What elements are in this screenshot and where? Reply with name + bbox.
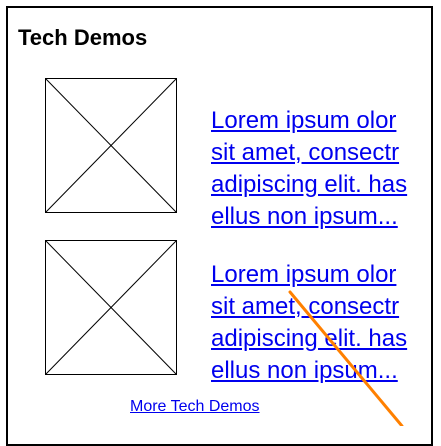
demo-link-2-line-2: sit amet, consectr xyxy=(211,293,400,320)
image-placeholder-icon xyxy=(45,78,177,213)
demo-link-1-line-4: ellus non ipsum... xyxy=(211,203,398,230)
demo-link-1-line-3: adipiscing elit. has xyxy=(211,171,408,198)
demo-link-1-line-1: Lorem ipsum olor xyxy=(211,107,397,134)
demo-link-2-line-3: adipiscing elit. has xyxy=(211,325,408,352)
demo-link-2-line-1: Lorem ipsum olor xyxy=(211,261,397,288)
demo-link-2[interactable]: Lorem ipsum olor sit amet, consectr adip… xyxy=(211,259,435,387)
more-tech-demos-link[interactable]: More Tech Demos xyxy=(130,397,260,417)
image-placeholder-icon xyxy=(45,240,177,375)
demo-link-2-line-4: ellus non ipsum... xyxy=(211,357,398,384)
demo-link-1[interactable]: Lorem ipsum olor sit amet, consectr adip… xyxy=(211,105,435,233)
widget-title: Tech Demos xyxy=(18,25,148,50)
demo-link-1-line-2: sit amet, consectr xyxy=(211,139,400,166)
